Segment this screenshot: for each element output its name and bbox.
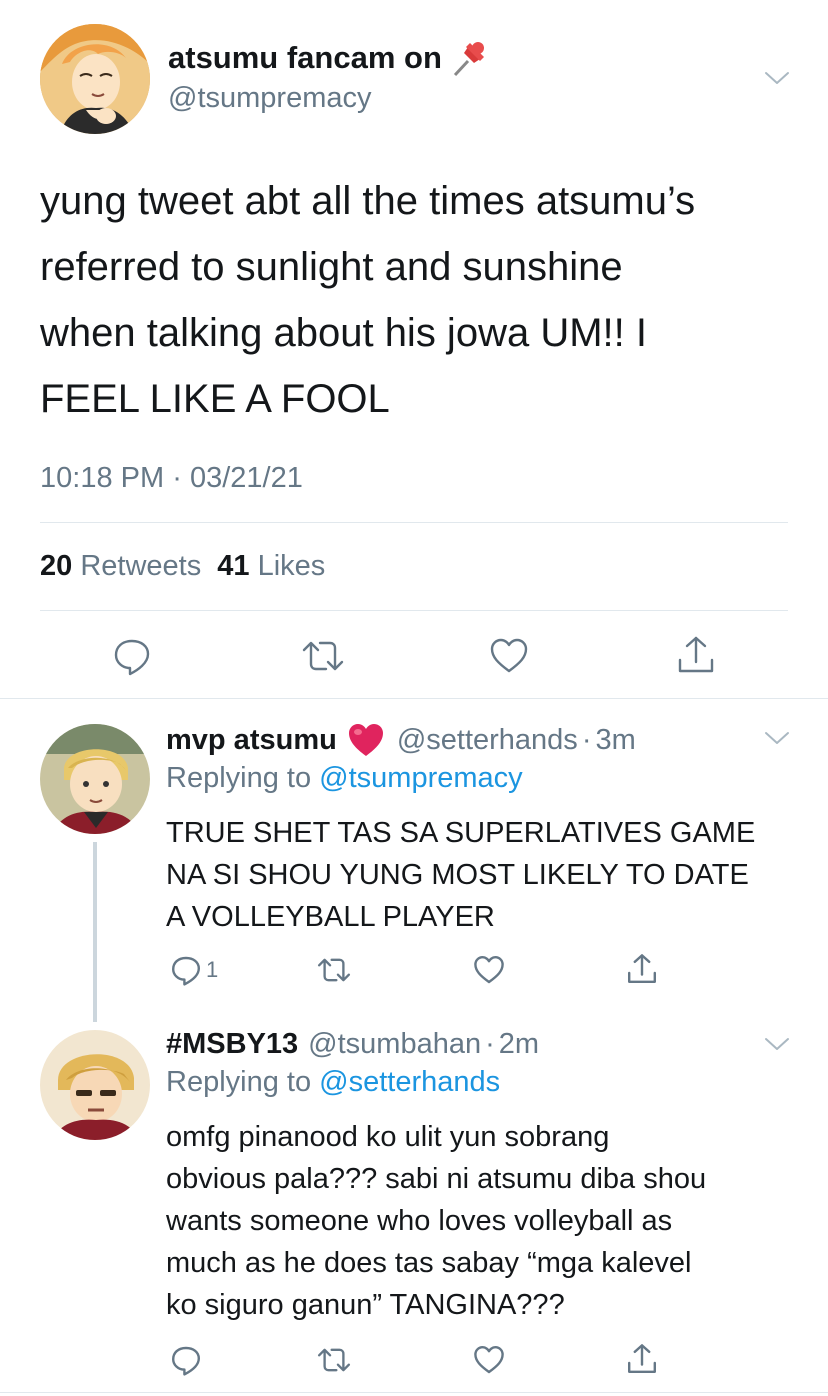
like-button[interactable] xyxy=(472,1344,506,1381)
reply-button[interactable]: 1 xyxy=(170,954,218,986)
share-button[interactable] xyxy=(676,634,716,676)
speech-bubble-icon xyxy=(172,956,200,986)
likes-stat[interactable]: 41 Likes xyxy=(217,550,325,582)
reply-tweet: #MSBY13 @tsumbahan · 2m Replying to @set… xyxy=(0,1006,828,1396)
reply-text-line: TRUE SHET TAS SA SUPERLATIVES GAME xyxy=(166,817,756,849)
heart-outline-icon xyxy=(490,638,528,673)
avatar-illustration xyxy=(40,24,150,134)
reply-text-line: NA SI SHOU YUNG MOST LIKELY TO DATE xyxy=(166,859,749,891)
tweet-time: 10:18 PM xyxy=(40,462,165,494)
share-upload-icon xyxy=(678,636,714,673)
reply-display-name[interactable]: #MSBY13 xyxy=(166,1028,298,1061)
retweets-label: Retweets xyxy=(80,550,202,582)
reply-menu-chevron-down-icon[interactable] xyxy=(764,730,790,751)
replying-to-label: Replying to xyxy=(166,762,312,794)
retweet-arrows-icon xyxy=(317,1348,351,1372)
reply-button[interactable] xyxy=(170,1344,202,1381)
main-tweet-menu-chevron-down-icon[interactable] xyxy=(764,70,790,91)
divider xyxy=(40,610,788,611)
reply-text-line: A VOLLEYBALL PLAYER xyxy=(166,901,495,933)
speech-bubble-icon xyxy=(172,1346,200,1376)
main-tweet: atsumu fancam on @tsumpremacy yung tweet… xyxy=(0,0,828,700)
speech-bubble-icon xyxy=(114,639,150,676)
main-tweet-avatar[interactable] xyxy=(40,24,150,134)
like-button[interactable] xyxy=(488,636,530,676)
avatar-illustration xyxy=(40,1030,150,1140)
reply-avatar[interactable] xyxy=(40,724,150,834)
main-display-name-row: atsumu fancam on xyxy=(168,38,488,78)
share-button[interactable] xyxy=(626,1342,658,1381)
retweets-stat[interactable]: 20 Retweets xyxy=(40,550,209,582)
likes-count: 41 xyxy=(217,550,250,582)
main-tweet-text-line: FEEL LIKE A FOOL xyxy=(40,377,390,421)
reply-header: #MSBY13 @tsumbahan · 2m xyxy=(166,1024,539,1064)
reply-button[interactable] xyxy=(112,636,152,676)
retweet-arrows-icon xyxy=(317,958,351,982)
main-tweet-text-line: when talking about his jowa UM!! I xyxy=(40,311,647,355)
replying-to: Replying to @tsumpremacy xyxy=(166,762,523,795)
main-tweet-text-line: yung tweet abt all the times atsumu’s xyxy=(40,179,696,223)
reply-separator: · xyxy=(485,1027,495,1060)
divider xyxy=(40,522,788,523)
main-display-name[interactable]: atsumu fancam on xyxy=(168,40,442,76)
reply-avatar[interactable] xyxy=(40,1030,150,1140)
reply-text-line: much as he does tas sabay “mga kalevel xyxy=(166,1247,692,1279)
retweet-arrows-icon xyxy=(302,641,344,671)
heart-outline-icon xyxy=(474,956,504,984)
retweet-button[interactable] xyxy=(300,636,346,676)
reply-age: 2m xyxy=(498,1027,540,1060)
reply-handle[interactable]: @tsumbahan xyxy=(308,1028,481,1061)
engagement-stats: 20 Retweets 41 Likes xyxy=(40,550,325,583)
main-tweet-timestamp: 10:18 PM · 03/21/21 xyxy=(40,462,303,495)
heart-emoji-icon xyxy=(347,722,385,758)
reply-header: mvp atsumu @setterhands · 3m xyxy=(166,720,636,760)
share-upload-icon xyxy=(628,1344,656,1373)
retweet-button[interactable] xyxy=(316,1344,352,1381)
likes-label: Likes xyxy=(257,550,326,582)
retweet-button[interactable] xyxy=(316,954,352,991)
reply-tweet: mvp atsumu @setterhands · 3m Replying to… xyxy=(0,700,828,1022)
share-upload-icon xyxy=(628,954,656,984)
thread-connector-line xyxy=(93,842,97,1022)
avatar-illustration xyxy=(40,724,150,834)
reply-count: 1 xyxy=(206,957,219,982)
main-tweet-text: yung tweet abt all the times atsumu’s re… xyxy=(40,168,800,432)
reply-handle[interactable]: @setterhands xyxy=(397,724,578,757)
reply-text-line: ko siguro ganun” TANGINA??? xyxy=(166,1289,565,1321)
replying-to: Replying to @setterhands xyxy=(166,1066,500,1099)
reply-menu-chevron-down-icon[interactable] xyxy=(764,1036,790,1057)
bottom-divider xyxy=(0,1392,828,1393)
reply-text-line: wants someone who loves volleyball as xyxy=(166,1205,673,1237)
reply-display-name[interactable]: mvp atsumu xyxy=(166,724,337,757)
timestamp-separator: · xyxy=(172,462,182,494)
reply-text-line: omfg pinanood ko ulit yun sobrang xyxy=(166,1121,610,1153)
tweet-date: 03/21/21 xyxy=(189,462,303,494)
reply-age: 3m xyxy=(595,723,636,756)
retweets-count: 20 xyxy=(40,550,73,582)
like-button[interactable] xyxy=(472,954,506,991)
share-button[interactable] xyxy=(626,952,658,991)
pushpin-icon xyxy=(452,39,488,77)
replying-to-handle[interactable]: @setterhands xyxy=(319,1066,500,1098)
reply-text: TRUE SHET TAS SA SUPERLATIVES GAME NA SI… xyxy=(166,812,755,938)
replying-to-label: Replying to xyxy=(166,1066,312,1098)
reply-separator: · xyxy=(581,723,592,756)
reply-text-line: obvious pala??? sabi ni atsumu diba shou xyxy=(166,1163,707,1195)
section-divider xyxy=(0,698,828,699)
reply-text: omfg pinanood ko ulit yun sobrang obviou… xyxy=(166,1116,706,1326)
replying-to-handle[interactable]: @tsumpremacy xyxy=(319,762,522,794)
heart-outline-icon xyxy=(474,1346,504,1374)
main-tweet-text-line: referred to sunlight and sunshine xyxy=(40,245,623,289)
main-handle[interactable]: @tsumpremacy xyxy=(168,82,371,115)
